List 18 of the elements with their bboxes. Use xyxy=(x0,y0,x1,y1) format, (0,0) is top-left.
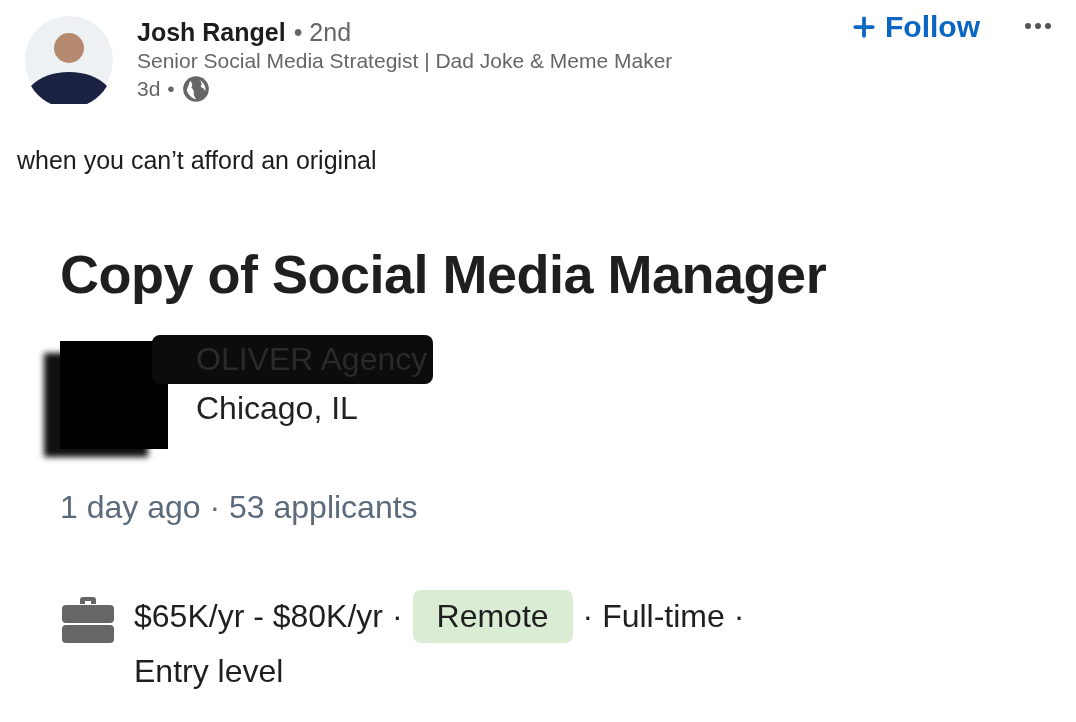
connection-degree: • 2nd xyxy=(293,18,352,47)
more-options-icon[interactable] xyxy=(1024,22,1052,30)
post-age: 3d xyxy=(137,77,161,101)
follow-button[interactable]: Follow xyxy=(845,8,984,46)
job-insight-text: · Full-time · xyxy=(582,598,745,635)
post-text: when you can’t afford an original xyxy=(16,145,378,175)
job-title: Copy of Social Media Manager xyxy=(60,243,828,305)
job-insight-text: $65K/yr - $80K/yr · xyxy=(134,598,403,635)
briefcase-icon xyxy=(60,596,116,644)
author-headline: Senior Social Media Strategist | Dad Joke & Meme Maker xyxy=(137,49,673,73)
job-location: Chicago, IL xyxy=(195,390,359,427)
workplace-badge: Remote xyxy=(412,590,573,643)
avatar[interactable] xyxy=(25,16,113,104)
author-name[interactable]: Josh Rangel xyxy=(137,18,286,47)
globe-icon xyxy=(181,75,210,103)
separator-dot: • xyxy=(167,77,175,101)
posting-meta: 1 day ago · 53 applicants xyxy=(60,489,419,526)
job-insight-text: Entry level xyxy=(134,653,284,690)
